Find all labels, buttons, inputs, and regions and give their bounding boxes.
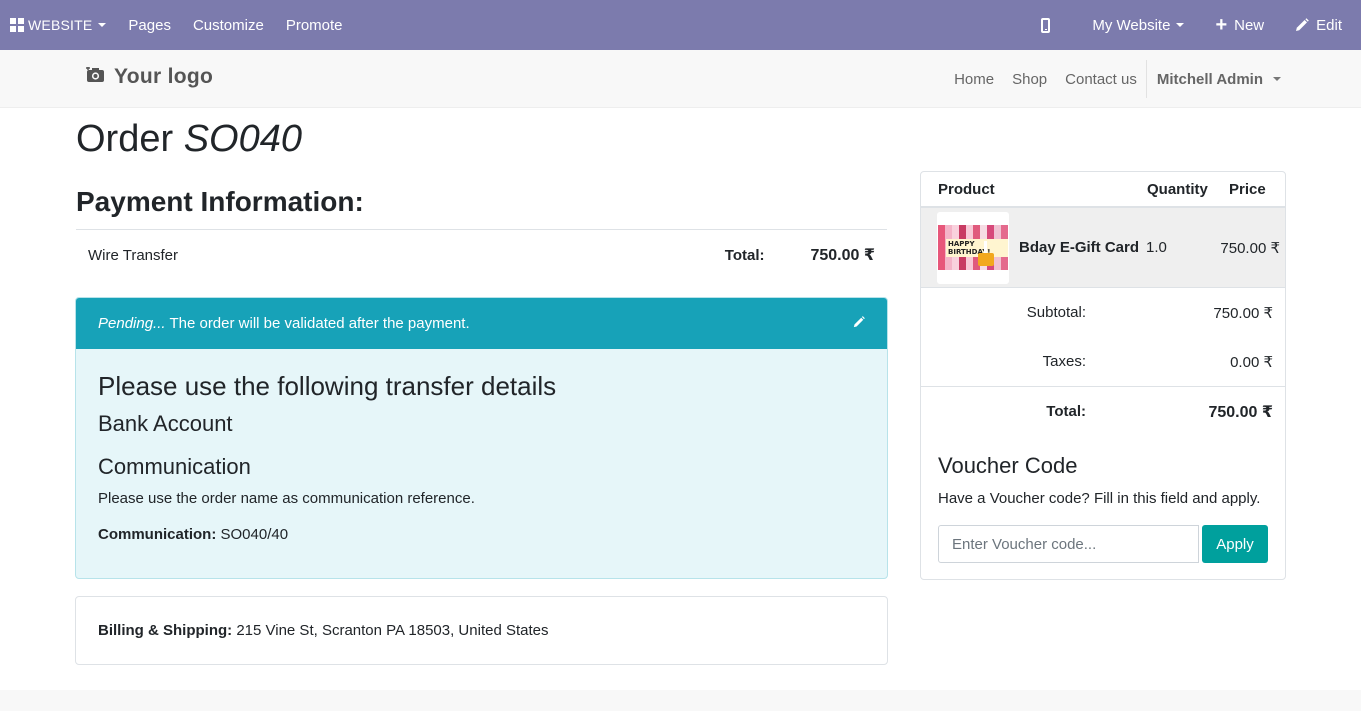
payment-summary-row: Wire Transfer Total: 750.00 ₹ [76,230,887,280]
grid-icon [10,18,24,32]
payment-heading: Payment Information: [76,186,364,217]
order-name: SO040 [183,118,303,160]
column-price: Price [1229,180,1266,198]
transfer-details-body: Please use the following transfer detail… [76,349,887,543]
site-selector-label: My Website [1092,16,1171,34]
transfer-details-heading: Please use the following transfer detail… [98,371,557,401]
subtotal-row: Subtotal: 750.00 ₹ [921,288,1285,337]
user-menu[interactable]: Mitchell Admin [1147,71,1281,88]
payment-method: Wire Transfer [88,246,179,264]
product-price: 750.00 ₹ [1220,239,1280,257]
site-header: Your logo Home Shop Contact us Mitchell … [0,50,1361,108]
order-summary-card: Product Quantity Price HAPPY BIRTHDAY! B… [920,171,1286,580]
communication-instruction: Please use the order name as communicati… [98,490,475,507]
transfer-details-alert: Pending... The order will be validated a… [75,297,888,579]
taxes-row: Taxes: 0.00 ₹ [921,337,1285,386]
apply-button[interactable]: Apply [1202,525,1268,563]
cart-table-header: Product Quantity Price [921,172,1285,208]
candle-shape [984,241,987,253]
communication-heading: Communication [98,454,251,479]
column-quantity: Quantity [1147,180,1208,198]
communication-value: SO040/40 [216,526,289,543]
product-image[interactable]: HAPPY BIRTHDAY! [937,211,1009,284]
total-label: Total: [1046,403,1086,420]
caret-down-icon [1176,23,1185,27]
billing-label: Billing & Shipping: [98,622,233,639]
topbar-item-promote[interactable]: Promote [275,0,354,50]
pencil-icon [1295,18,1316,32]
website-menu[interactable]: WEBSITE [0,0,117,50]
camera-icon [86,65,105,89]
billing-shipping-card: Billing & Shipping: 215 Vine St, Scranto… [75,596,888,665]
new-button-label: New [1234,16,1265,34]
mobile-preview-button[interactable] [1021,0,1081,50]
website-menu-label: WEBSITE [28,17,93,33]
nav-contact-us[interactable]: Contact us [1056,71,1146,88]
footer [0,690,1361,711]
user-name: Mitchell Admin [1156,70,1263,88]
communication-reference: Communication: SO040/40 [98,526,865,543]
nav-home[interactable]: Home [945,71,1003,88]
billing-address-value: 215 Vine St, Scranton PA 18503, United S… [232,622,549,639]
nav-shop[interactable]: Shop [1003,71,1056,88]
main-nav: Home Shop Contact us Mitchell Admin [945,50,1281,108]
voucher-description: Have a Voucher code? Fill in this field … [938,490,1261,507]
communication-label: Communication: [98,526,217,543]
subtotal-value: 750.00 ₹ [1213,304,1273,322]
mobile-preview-icon [1041,17,1051,33]
total-row: Total: 750.00 ₹ [921,386,1285,436]
caret-down-icon [1273,77,1281,81]
topbar-item-pages[interactable]: Pages [117,0,182,50]
taxes-label: Taxes: [1042,353,1086,370]
topbar-item-customize[interactable]: Customize [182,0,275,50]
admin-topbar: WEBSITE Pages Customize Promote My Websi… [0,0,1361,50]
new-button[interactable]: + New [1204,0,1284,50]
product-quantity: 1.0 [1146,239,1167,256]
site-selector[interactable]: My Website [1081,0,1204,50]
payment-total-value: 750.00 ₹ [810,247,875,264]
order-title-prefix: Order [76,118,174,160]
plus-icon: + [1215,14,1228,36]
cake-shape [978,253,994,266]
total-value: 750.00 ₹ [1208,403,1273,421]
pencil-icon[interactable] [853,315,865,332]
page-title: Order SO040 [76,118,302,161]
subtotal-label: Subtotal: [1026,304,1086,321]
table-row: HAPPY BIRTHDAY! Bday E-Gift Card 1.0 750… [921,208,1285,288]
column-product: Product [938,180,995,198]
payment-status: Pending... The order will be validated a… [98,315,853,332]
billing-address: Billing & Shipping: 215 Vine St, Scranto… [98,622,548,639]
site-logo[interactable]: Your logo [86,65,213,89]
voucher-section: Voucher Code Have a Voucher code? Fill i… [921,436,1285,563]
payment-total-label: Total: [724,246,765,264]
bank-account-heading: Bank Account [98,411,233,436]
voucher-heading: Voucher Code [938,453,1078,478]
payment-status-bar: Pending... The order will be validated a… [76,298,887,349]
product-name[interactable]: Bday E-Gift Card [1019,239,1140,256]
thumbnail-text: HAPPY BIRTHDAY! [946,239,1008,257]
voucher-form: Apply [938,525,1268,563]
edit-button[interactable]: Edit [1284,0,1353,50]
status-message: The order will be validated after the pa… [165,315,470,332]
logo-text: Your logo [114,65,214,88]
gift-card-thumbnail: HAPPY BIRTHDAY! [938,225,1008,270]
edit-button-label: Edit [1316,16,1342,34]
taxes-value: 0.00 ₹ [1230,353,1273,371]
status-pending: Pending... [98,315,166,332]
caret-down-icon [98,23,107,27]
voucher-input[interactable] [938,525,1199,563]
